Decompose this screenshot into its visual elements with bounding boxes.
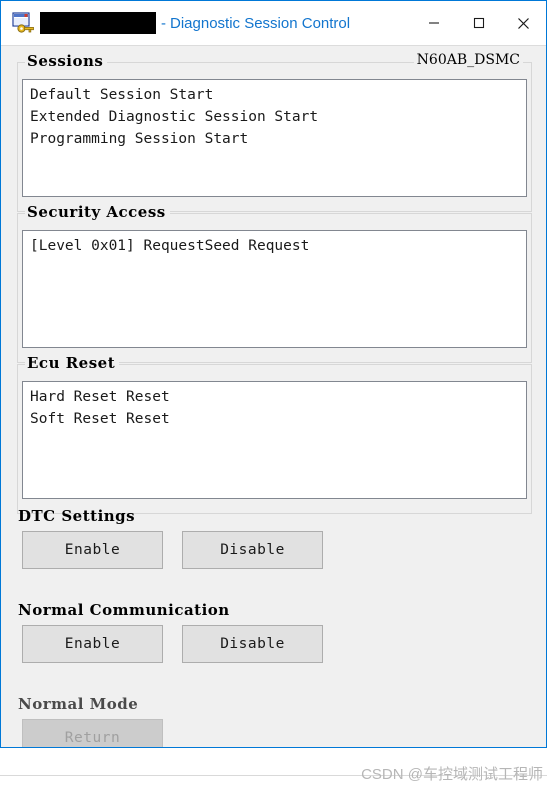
window-title: Diagnostic Session Control: [170, 14, 351, 32]
normal-communication-disable-button[interactable]: Disable: [182, 625, 323, 663]
list-item[interactable]: [Level 0x01] RequestSeed Request: [23, 235, 526, 257]
normal-communication-enable-button[interactable]: Enable: [22, 625, 163, 663]
watermark-area: CSDN @车控域测试工程师: [0, 748, 547, 794]
application-window: - Diagnostic Session Control Sessions N6…: [0, 0, 547, 748]
normal-mode-heading: Normal Mode: [18, 695, 139, 713]
ecu-reset-listbox[interactable]: Hard Reset Reset Soft Reset Reset: [22, 381, 527, 499]
dtc-enable-button[interactable]: Enable: [22, 531, 163, 569]
group-security-access: Security Access [Level 0x01] RequestSeed…: [17, 203, 532, 363]
sessions-listbox[interactable]: Default Session Start Extended Diagnosti…: [22, 79, 527, 197]
dtc-settings-heading: DTC Settings: [18, 507, 136, 525]
window-key-icon: [12, 12, 36, 34]
group-security-access-label: Security Access: [25, 203, 170, 221]
normal-communication-heading: Normal Communication: [18, 601, 230, 619]
list-item[interactable]: Extended Diagnostic Session Start: [23, 106, 526, 128]
title-bar: - Diagnostic Session Control: [1, 1, 546, 45]
list-item[interactable]: Hard Reset Reset: [23, 386, 526, 408]
redacted-title-segment: [40, 12, 156, 34]
maximize-icon[interactable]: [456, 1, 501, 45]
ecu-tag-label: N60AB_DSMC: [413, 52, 523, 68]
group-sessions: Sessions N60AB_DSMC Default Session Star…: [17, 52, 532, 212]
list-item[interactable]: Default Session Start: [23, 84, 526, 106]
client-area: Sessions N60AB_DSMC Default Session Star…: [1, 45, 546, 747]
watermark-text: CSDN @车控域测试工程师: [361, 766, 543, 783]
title-separator: -: [161, 14, 166, 32]
minimize-icon[interactable]: [411, 1, 456, 45]
window-controls: [411, 1, 546, 45]
group-ecu-reset: Ecu Reset Hard Reset Reset Soft Reset Re…: [17, 354, 532, 514]
list-item[interactable]: Programming Session Start: [23, 128, 526, 150]
close-icon[interactable]: [501, 1, 546, 45]
normal-mode-return-button: Return: [22, 719, 163, 747]
group-ecu-reset-label: Ecu Reset: [25, 354, 120, 372]
dtc-disable-button[interactable]: Disable: [182, 531, 323, 569]
security-access-listbox[interactable]: [Level 0x01] RequestSeed Request: [22, 230, 527, 348]
group-sessions-label: Sessions: [25, 52, 108, 70]
list-item[interactable]: Soft Reset Reset: [23, 408, 526, 430]
